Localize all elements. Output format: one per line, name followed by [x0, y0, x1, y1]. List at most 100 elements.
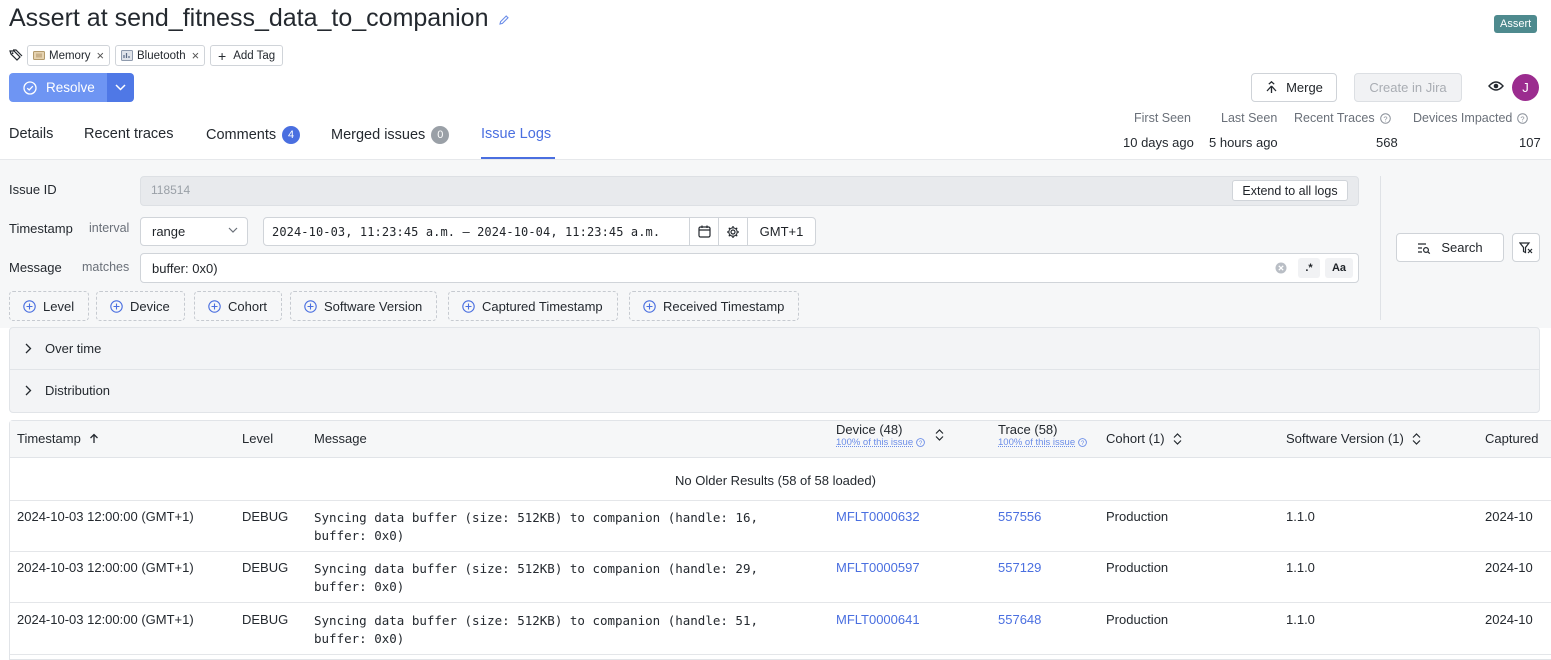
cell-cohort: Production	[1106, 509, 1169, 524]
device-link[interactable]: MFLT0000641	[836, 612, 920, 627]
add-captured-timestamp-filter[interactable]: Captured Timestamp	[448, 291, 618, 321]
search-button[interactable]: Search	[1396, 233, 1504, 262]
add-tag-button[interactable]: + Add Tag	[210, 45, 284, 66]
clear-filters-button[interactable]	[1512, 233, 1540, 262]
column-header-software-version[interactable]: Software Version (1)	[1286, 431, 1421, 446]
no-older-results: No Older Results (58 of 58 loaded)	[675, 473, 876, 488]
devices-impacted-value: 107	[1519, 135, 1541, 150]
create-in-jira-button[interactable]: Create in Jira	[1354, 73, 1462, 102]
tab-comments[interactable]: Comments 4	[206, 126, 301, 144]
tab-merged-issues[interactable]: Merged issues 0	[331, 126, 450, 144]
avatar[interactable]: J	[1512, 74, 1539, 101]
cell-level: DEBUG	[242, 509, 289, 524]
resolve-options-button[interactable]	[107, 73, 134, 102]
merge-button[interactable]: Merge	[1251, 73, 1337, 102]
search-label: Search	[1441, 240, 1483, 255]
sort-icon[interactable]	[1173, 432, 1182, 445]
chip-label: Device	[130, 298, 170, 314]
charts-container	[9, 327, 1540, 413]
section-label: Distribution	[45, 383, 111, 398]
over-time-toggle[interactable]: Over time	[25, 341, 101, 356]
check-circle-icon	[23, 80, 37, 95]
chip-label: Software Version	[324, 298, 423, 314]
eye-icon[interactable]	[1488, 80, 1504, 92]
regex-toggle[interactable]: .*	[1298, 258, 1320, 278]
message-input[interactable]: buffer: 0x0)	[140, 253, 1359, 283]
trace-link[interactable]: 557556	[998, 509, 1041, 524]
interval-mode-select[interactable]: range	[140, 217, 248, 246]
timestamp-range-input[interactable]: 2024-10-03, 11:23:45 a.m. – 2024-10-04, …	[263, 217, 690, 246]
sort-icon[interactable]	[935, 429, 944, 441]
add-received-timestamp-filter[interactable]: Received Timestamp	[629, 291, 800, 321]
first-seen-label: First Seen	[1134, 111, 1191, 125]
column-header-message[interactable]: Message	[314, 431, 367, 446]
cell-timestamp: 2024-10-03 12:00:00 (GMT+1)	[17, 560, 194, 575]
device-link[interactable]: MFLT0000597	[836, 560, 920, 575]
trace-link[interactable]: 557129	[998, 560, 1041, 575]
search-list-icon	[1417, 242, 1431, 254]
tab-label: Issue Logs	[481, 126, 552, 142]
issue-id-field	[140, 176, 1359, 206]
chip-label: Cohort	[228, 298, 268, 314]
tab-recent-traces[interactable]: Recent traces	[84, 126, 173, 142]
tab-label: Details	[9, 126, 54, 142]
tab-issue-logs[interactable]: Issue Logs	[481, 126, 551, 142]
column-header-timestamp[interactable]: Timestamp	[17, 431, 99, 446]
plus-circle-icon	[23, 299, 36, 313]
column-header-cohort[interactable]: Cohort (1)	[1106, 431, 1182, 446]
pencil-icon[interactable]	[498, 14, 510, 26]
column-header-trace[interactable]: Trace (58) 100% of this issue ?	[998, 422, 1087, 448]
column-header-captured[interactable]: Captured	[1485, 431, 1538, 446]
cell-captured: 2024-10	[1485, 612, 1533, 627]
cell-message: Syncing data buffer (size: 512KB) to com…	[314, 510, 759, 543]
filter-clear-icon	[1519, 241, 1533, 255]
remove-tag-icon[interactable]: ×	[192, 49, 200, 62]
case-sensitive-toggle[interactable]: Aa	[1325, 258, 1353, 278]
tag-bluetooth[interactable]: Bluetooth ×	[115, 45, 206, 66]
help-icon: ?	[1078, 438, 1087, 447]
add-device-filter[interactable]: Device	[96, 291, 185, 321]
remove-tag-icon[interactable]: ×	[97, 49, 105, 62]
cell-software-version: 1.1.0	[1286, 560, 1315, 575]
issue-id-label: Issue ID	[9, 182, 57, 197]
row-divider	[10, 602, 1551, 603]
coverage-text: 100% of this issue	[836, 437, 914, 448]
resolve-button[interactable]: Resolve	[9, 73, 107, 102]
header-label: Software Version (1)	[1286, 431, 1404, 446]
issue-id-value: 118514	[151, 183, 191, 197]
add-level-filter[interactable]: Level	[9, 291, 90, 321]
device-coverage-link[interactable]: 100% of this issue ?	[836, 437, 925, 448]
plus-circle-icon	[304, 299, 317, 313]
column-header-level[interactable]: Level	[242, 431, 273, 446]
comments-count-badge: 4	[282, 126, 301, 144]
tag-memory[interactable]: Memory ×	[27, 45, 111, 66]
add-software-version-filter[interactable]: Software Version	[290, 291, 438, 321]
help-icon[interactable]: ?	[1379, 112, 1391, 124]
header-label: Cohort (1)	[1106, 431, 1165, 446]
plus-circle-icon	[208, 299, 221, 313]
trace-coverage-link[interactable]: 100% of this issue ?	[998, 437, 1087, 448]
extend-to-all-logs-button[interactable]: Extend to all logs	[1232, 180, 1348, 201]
add-cohort-filter[interactable]: Cohort	[194, 291, 283, 321]
help-icon[interactable]: ?	[1517, 112, 1529, 124]
calendar-button[interactable]	[689, 217, 719, 246]
column-header-device[interactable]: Device (48) 100% of this issue ?	[836, 422, 944, 448]
header-label: Timestamp	[17, 431, 81, 446]
trace-link[interactable]: 557648	[998, 612, 1041, 627]
merge-label: Merge	[1286, 80, 1323, 95]
timezone-select[interactable]: GMT+1	[747, 217, 816, 246]
plus-circle-icon	[462, 299, 475, 313]
svg-text:?: ?	[1383, 114, 1387, 123]
cell-cohort: Production	[1106, 612, 1169, 627]
sort-icon[interactable]	[1412, 432, 1421, 445]
tab-details[interactable]: Details	[9, 126, 53, 142]
chevron-down-icon	[228, 227, 238, 233]
range-settings-button[interactable]	[718, 217, 748, 246]
clear-circle-icon[interactable]	[1275, 262, 1287, 274]
device-link[interactable]: MFLT0000632	[836, 509, 920, 524]
cell-captured: 2024-10	[1485, 560, 1533, 575]
chevron-right-icon	[25, 385, 32, 396]
distribution-toggle[interactable]: Distribution	[25, 383, 110, 398]
cell-timestamp: 2024-10-03 12:00:00 (GMT+1)	[17, 612, 194, 627]
timestamp-label: Timestamp	[9, 221, 73, 236]
